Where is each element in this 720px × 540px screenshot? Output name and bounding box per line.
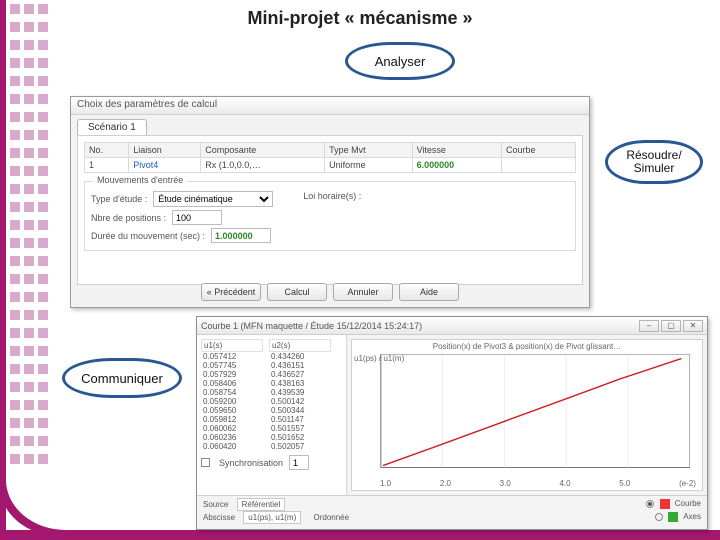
label-ordonnee: Ordonnée [314,513,350,522]
bubble-communiquer-label: Communiquer [81,371,163,386]
xtick: 4.0 [559,479,570,488]
label-type-etude: Type d'étude : [91,194,147,204]
dialog2-caption: Courbe 1 (MFN maquette / Étude 15/12/201… [201,321,422,331]
group-mouvements-entree: Mouvements d'entrée Type d'étude : Étude… [84,181,576,251]
cell-liaison[interactable]: Pivot4 [129,158,201,173]
label-radio-axes: Axes [683,512,701,521]
grid-row[interactable]: 0.0587540.439539 [201,388,342,397]
cell-no: 1 [85,158,129,173]
dialog1-panel: No. Liaison Composante Type Mvt Vitesse … [77,135,583,285]
grid-row[interactable]: 0.0596500.500344 [201,406,342,415]
radio-axes[interactable] [655,513,663,521]
select-type-etude[interactable]: Étude cinématique [153,191,273,207]
grid-row[interactable]: 0.0598120.501147 [201,415,342,424]
window-controls: – ▢ ✕ [639,320,703,332]
grid-row[interactable]: 0.0600620.501557 [201,424,342,433]
xtick: 1.0 [380,479,391,488]
maximize-icon[interactable]: ▢ [661,320,681,332]
btn-calcul[interactable]: Calcul [267,283,327,301]
col-vitesse: Vitesse [412,143,501,158]
bubble-resoudre-label: Résoudre/ Simuler [626,149,681,175]
input-sync[interactable] [289,455,309,470]
cell-vitesse[interactable]: 6.000000 [412,158,501,173]
col-no: No. [85,143,129,158]
label-radio-courbe: Courbe [675,499,701,508]
xtick: 5.0 [619,479,630,488]
tab-scenario-1[interactable]: Scénario 1 [77,119,147,135]
dialog2-titlebar: Courbe 1 (MFN maquette / Étude 15/12/201… [197,317,707,335]
dialog1-titlebar: Choix des paramètres de calcul [71,97,589,115]
grid-row[interactable]: 0.0592000.500142 [201,397,342,406]
label-source: Source [203,500,228,509]
swatch-green-icon [668,512,678,522]
label-loi-horaire: Loi horaire(s) : [303,191,361,201]
cell-courbe [501,158,575,173]
label-nb-positions: Nbre de positions : [91,213,166,223]
swatch-red-icon [660,499,670,509]
radio-courbe[interactable] [646,500,654,508]
dialog-courbe: Courbe 1 (MFN maquette / Étude 15/12/201… [196,316,708,530]
grid-row[interactable]: 0.0579290.436527 [201,370,342,379]
input-duree[interactable] [211,228,271,243]
dialog1-buttons: « Précédent Calcul Annuler Aide [71,283,589,301]
field-abscisse[interactable]: u1(ps), u1(m) [243,511,301,524]
checkbox-sync[interactable] [201,458,210,467]
grid-col-2: u2(s) [269,339,331,352]
btn-precedent[interactable]: « Précédent [201,283,261,301]
grid-row[interactable]: 0.0577450.436151 [201,361,342,370]
grid-col-1: u1(s) [201,339,263,352]
grid-row[interactable]: 0.0574120.434260 [201,352,342,361]
grid-row[interactable]: 0.0584060.438163 [201,379,342,388]
table-row[interactable]: 1 Pivot4 Rx (1.0,0.0,… Uniforme 6.000000 [85,158,576,173]
slide-left-decor: // deferred draw after body parse — but … [0,0,62,540]
plot-svg [352,340,702,484]
plot-area[interactable]: Position(x) de Pivot3 & position(x) de P… [351,339,703,491]
col-courbe: Courbe [501,143,575,158]
close-icon[interactable]: ✕ [683,320,703,332]
plot-xticks: 1.0 2.0 3.0 4.0 5.0 (e-2) [380,479,696,488]
dialog1-tabs: Scénario 1 [71,115,589,135]
xtick: (e-2) [679,479,696,488]
cell-type: Uniforme [325,158,412,173]
xtick: 3.0 [500,479,511,488]
bubble-communiquer: Communiquer [62,358,182,398]
input-nb-positions[interactable] [172,210,222,225]
label-duree: Durée du mouvement (sec) : [91,231,205,241]
col-composante: Composante [201,143,325,158]
table-header-row: No. Liaison Composante Type Mvt Vitesse … [85,143,576,158]
mouvements-table: No. Liaison Composante Type Mvt Vitesse … [84,142,576,173]
minimize-icon[interactable]: – [639,320,659,332]
grid-row[interactable]: 0.0602360.501652 [201,433,342,442]
label-sync: Synchronisation [219,458,283,468]
series-line [383,359,682,466]
xtick: 2.0 [440,479,451,488]
btn-aide[interactable]: Aide [399,283,459,301]
bubble-analyser: Analyser [345,42,455,80]
col-type-mvt: Type Mvt [325,143,412,158]
bubble-analyser-label: Analyser [375,54,426,69]
btn-annuler[interactable]: Annuler [333,283,393,301]
dialog-parametres-calcul: Choix des paramètres de calcul Scénario … [70,96,590,308]
field-source[interactable]: Référentiel [237,498,286,511]
grid-row[interactable]: 0.0604200.502057 [201,442,342,451]
dialog2-bottom: Source Référentiel Courbe Abscisse u1(ps… [197,495,707,525]
bubble-resoudre: Résoudre/ Simuler [605,140,703,184]
group-legend: Mouvements d'entrée [93,175,187,185]
page-title: Mini-projet « mécanisme » [0,8,720,29]
col-liaison: Liaison [129,143,201,158]
label-abscisse: Abscisse [203,513,235,522]
slide-bottom-bar [0,530,720,540]
data-grid[interactable]: u1(s) u2(s) 0.0574120.4342600.0577450.43… [197,335,347,495]
cell-composante: Rx (1.0,0.0,… [201,158,325,173]
